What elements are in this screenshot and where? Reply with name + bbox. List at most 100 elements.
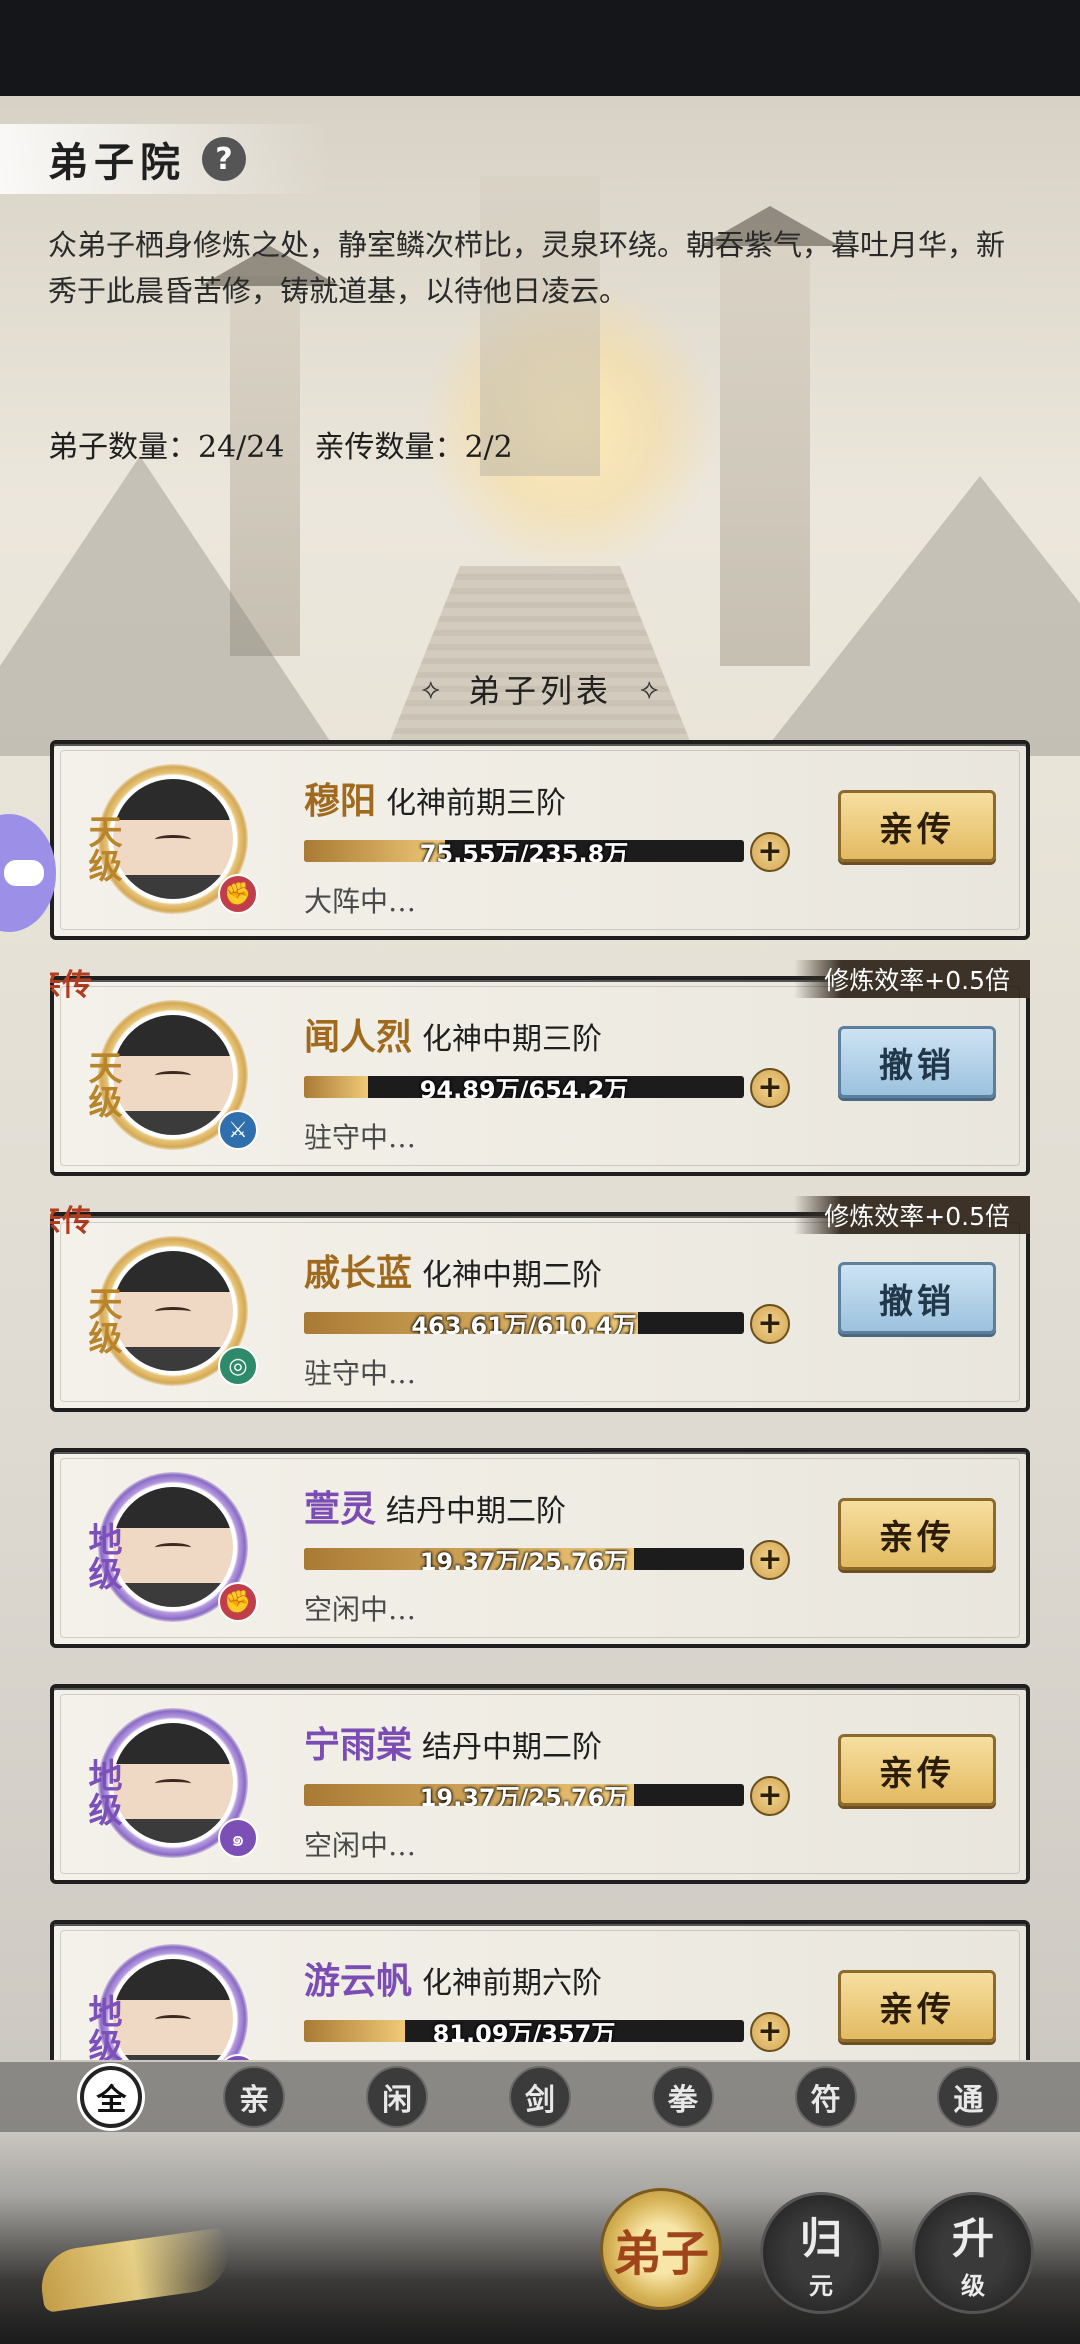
nav-guiyuan-button[interactable]: 归 元 [760,2192,882,2314]
disciple-name: 闻人烈 [304,1016,413,1058]
sword-icon: ⚔ [218,1110,258,1150]
add-cultivation-button[interactable]: + [750,1068,790,1108]
nav-upgrade-main: 升 [951,2214,994,2263]
disciple-status: 空闲中… [304,1829,417,1862]
cultivation-progress-bar: 94.89万/654.2万 [304,1076,744,1098]
add-cultivation-button[interactable]: + [750,832,790,872]
appoint-mentee-button[interactable]: 亲传 [838,1498,996,1570]
bottom-nav: 弟子 归 元 升 级 [0,2132,1080,2344]
grade-label: 地级 [82,1522,122,1590]
page-header: 弟子院 ? [0,124,330,194]
filter-bar: 全 亲 闲 剑 拳 符 通 [0,2062,1080,2132]
list-title: 弟子列表 [467,672,612,710]
mentee-tag: 亲传 [50,968,92,1003]
right-mountain [760,476,1080,756]
mentee-tag: 亲传 [50,1204,92,1239]
list-header: ⟡ 弟子列表 ⟡ [0,666,1080,712]
grade-label: 天级 [82,1286,122,1354]
name-line: 戚长蓝 化神中期二阶 [304,1244,602,1296]
disciple-name: 穆阳 [304,780,377,822]
disciple-list[interactable]: 天级 ✊ 穆阳 化神前期三阶 75.55万/235.8万 + 大阵中… 亲传 天… [50,740,1030,2060]
page-title: 弟子院 [48,139,186,186]
disciple-name: 游云帆 [304,1960,413,2002]
filter-talisman[interactable]: 符 [794,2066,857,2128]
disciple-count: 弟子数量：24/24 [48,430,285,465]
revoke-mentee-button[interactable]: 撤销 [838,1262,996,1334]
disciple-status: 驻守中… [304,1121,417,1154]
name-line: 游云帆 化神前期六阶 [304,1952,602,2004]
nav-disciples-button[interactable]: 弟子 [600,2188,722,2310]
nav-upgrade-button[interactable]: 升 级 [912,2192,1034,2314]
disciple-card[interactable]: 地级 ๑ 游云帆 化神前期六阶 81.09万/357万 + 空闲中… 亲传 [50,1920,1030,2060]
cultivation-progress-bar: 19.37万/25.76万 [304,1548,744,1570]
disciple-card[interactable]: 地级 ๑ 宁雨棠 结丹中期二阶 19.37万/25.76万 + 空闲中… 亲传 [50,1684,1030,1884]
progress-text: 19.37万/25.76万 [419,1548,629,1570]
disciple-realm: 结丹中期二阶 [422,1730,603,1765]
grade-label: 地级 [82,1758,122,1826]
filter-general[interactable]: 通 [937,2066,1000,2128]
gamepad-shape [4,860,44,886]
disciple-name: 宁雨棠 [304,1724,413,1766]
filter-sword[interactable]: 剑 [508,2066,571,2128]
progress-text: 94.89万/654.2万 [419,1076,629,1098]
disciple-card[interactable]: 天级 ✊ 穆阳 化神前期三阶 75.55万/235.8万 + 大阵中… 亲传 [50,740,1030,940]
disciple-realm: 结丹中期二阶 [386,1494,567,1529]
question-icon[interactable]: ? [202,137,246,181]
appoint-mentee-button[interactable]: 亲传 [838,1734,996,1806]
cultivation-progress-bar: 19.37万/25.76万 [304,1784,744,1806]
name-line: 穆阳 化神前期三阶 [304,772,566,824]
disciple-realm: 化神中期三阶 [422,1022,603,1057]
nav-guiyuan-main: 归 [799,2214,842,2263]
gold-brush-decoration [36,2227,234,2313]
mentee-count: 亲传数量：2/2 [314,430,513,465]
filter-fist[interactable]: 拳 [651,2066,714,2128]
status-bar [0,0,1080,96]
appoint-mentee-button[interactable]: 亲传 [838,1970,996,2042]
fist-icon: ✊ [218,874,258,914]
filter-idle[interactable]: 闲 [366,2066,429,2128]
add-cultivation-button[interactable]: + [750,1776,790,1816]
disciple-card[interactable]: 天级 ⚔ 闻人烈 化神中期三阶 94.89万/654.2万 + 驻守中… 撤销 … [50,960,1030,1176]
avatar [113,1251,233,1371]
ornament-left-icon: ⟡ [421,672,440,705]
disciple-name: 萱灵 [304,1488,377,1530]
count-summary: 弟子数量：24/24 亲传数量：2/2 [48,422,513,466]
grade-label: 地级 [82,1994,122,2060]
disciple-realm: 化神前期六阶 [422,1966,603,2001]
grade-label: 天级 [82,814,122,882]
avatar [113,779,233,899]
disciple-status: 大阵中… [304,885,417,918]
disciple-realm: 化神中期二阶 [422,1258,603,1293]
ornament-right-icon: ⟡ [640,672,659,705]
add-cultivation-button[interactable]: + [750,1540,790,1580]
name-line: 宁雨棠 结丹中期二阶 [304,1716,602,1768]
hall-description: 众弟子栖身修炼之处，静室鳞次栉比，灵泉环绕。朝吞紫气，暮吐月华，新秀于此晨昏苦修… [48,228,1006,308]
add-cultivation-button[interactable]: + [750,2012,790,2052]
name-line: 闻人烈 化神中期三阶 [304,1008,602,1060]
cultivation-progress-bar: 75.55万/235.8万 [304,840,744,862]
avatar [113,1959,233,2060]
progress-text: 81.09万/357万 [432,2020,616,2042]
disciple-card[interactable]: 地级 ✊ 萱灵 结丹中期二阶 19.37万/25.76万 + 空闲中… 亲传 [50,1448,1030,1648]
spiral-icon: ๑ [218,1818,258,1858]
cultivation-progress-bar: 81.09万/357万 [304,2020,744,2042]
grade-label: 天级 [82,1050,122,1118]
avatar [113,1487,233,1607]
nav-upgrade-sub: 级 [961,2271,985,2300]
appoint-mentee-button[interactable]: 亲传 [838,790,996,862]
progress-text: 75.55万/235.8万 [419,840,629,862]
avatar [113,1015,233,1135]
cultivation-progress-bar: 463.61万/610.4万 [304,1312,744,1334]
progress-text: 19.37万/25.76万 [419,1784,629,1806]
filter-all[interactable]: 全 [80,2066,143,2128]
add-cultivation-button[interactable]: + [750,1304,790,1344]
disciple-status: 驻守中… [304,1357,417,1390]
fist-icon: ✊ [218,1582,258,1622]
disciple-status: 空闲中… [304,1593,417,1626]
disciple-realm: 化神前期三阶 [386,786,567,821]
revoke-mentee-button[interactable]: 撤销 [838,1026,996,1098]
disciple-card[interactable]: 天级 ◎ 戚长蓝 化神中期二阶 463.61万/610.4万 + 驻守中… 撤销… [50,1196,1030,1412]
filter-mentee[interactable]: 亲 [223,2066,286,2128]
avatar [113,1723,233,1843]
progress-text: 463.61万/610.4万 [411,1312,637,1334]
